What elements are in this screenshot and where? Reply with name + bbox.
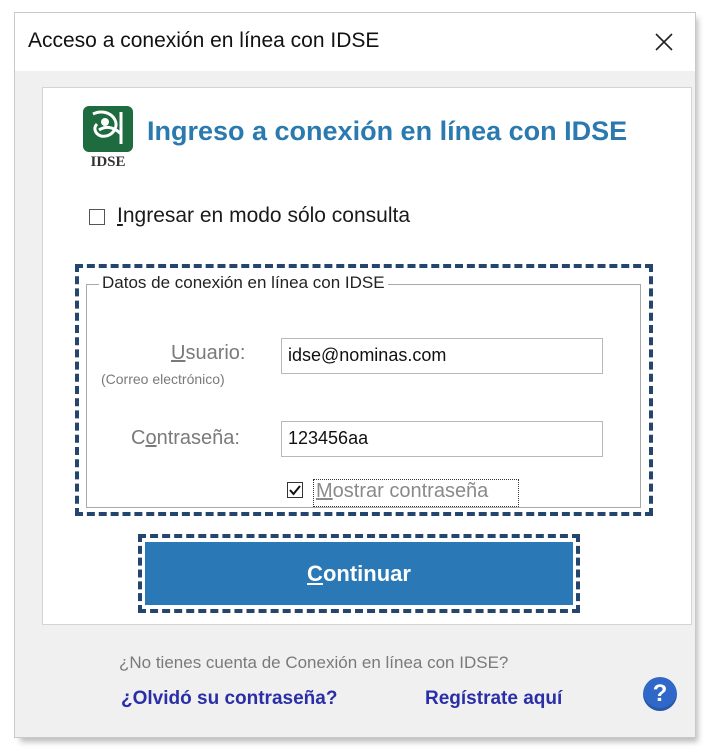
close-icon	[655, 33, 673, 51]
readonly-mode-label[interactable]: Ingresar en modo sólo consulta	[117, 204, 410, 228]
checkmark-icon	[289, 485, 301, 496]
readonly-mode-checkbox[interactable]	[89, 209, 105, 225]
continue-button[interactable]: Continuar	[145, 542, 573, 605]
dialog-window: Acceso a conexión en línea con IDSE IDSE…	[14, 12, 696, 738]
title-bar: Acceso a conexión en línea con IDSE	[15, 13, 695, 71]
connection-group-legend: Datos de conexión en línea con IDSE	[99, 273, 388, 293]
password-label: Contraseña:	[131, 427, 240, 449]
login-panel: IDSE Ingreso a conexión en línea con IDS…	[42, 87, 692, 625]
user-label: Usuario:	[171, 342, 246, 364]
imss-emblem-icon	[83, 106, 133, 152]
window-title: Acceso a conexión en línea con IDSE	[28, 29, 380, 52]
forgot-password-link[interactable]: ¿Olvidó su contraseña?	[121, 688, 337, 710]
close-button[interactable]	[637, 17, 691, 67]
imss-logo: IDSE	[81, 104, 135, 174]
password-label-prefix: C	[131, 427, 146, 449]
no-account-question: ¿No tienes cuenta de Conexión en línea c…	[119, 653, 509, 672]
logo-label: IDSE	[90, 154, 126, 170]
password-input[interactable]: 123456aa	[281, 421, 603, 457]
user-input[interactable]: idse@nominas.com	[281, 338, 603, 374]
connection-group: Datos de conexión en línea con IDSE	[86, 273, 641, 508]
help-icon[interactable]: ?	[643, 677, 677, 711]
register-link[interactable]: Regístrate aquí	[425, 688, 562, 710]
user-hint: (Correo electrónico)	[101, 371, 225, 387]
page-title: Ingreso a conexión en línea con IDSE	[147, 116, 628, 146]
show-password-label[interactable]: Mostrar contraseña	[316, 480, 488, 503]
show-password-checkbox[interactable]	[287, 482, 303, 498]
